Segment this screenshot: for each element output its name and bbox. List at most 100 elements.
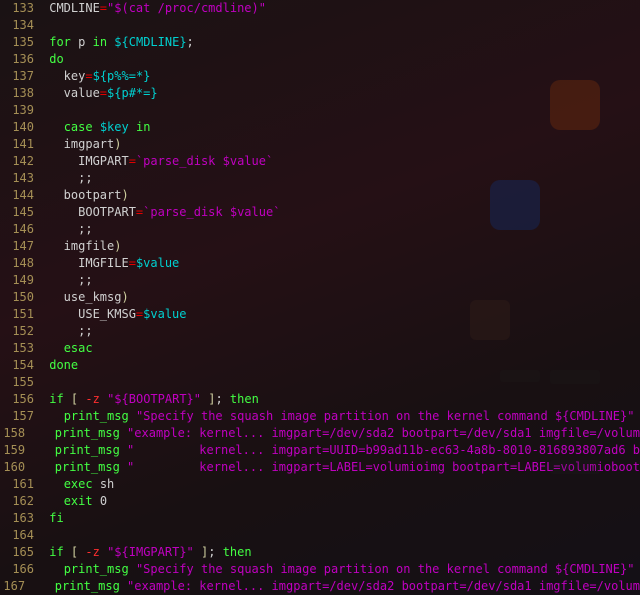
line-number: 166 xyxy=(0,561,42,578)
line-number: 144 xyxy=(0,187,42,204)
line-number: 148 xyxy=(0,255,42,272)
line-code[interactable]: value=${p#*=} xyxy=(42,85,158,102)
line-code[interactable]: print_msg "Specify the squash image part… xyxy=(42,561,634,578)
line-number: 154 xyxy=(0,357,42,374)
line-code[interactable]: key=${p%%=*} xyxy=(42,68,150,85)
line-code[interactable]: print_msg " kernel... imgpart=LABEL=volu… xyxy=(33,459,640,476)
code-line[interactable]: 139 xyxy=(0,102,640,119)
line-number: 137 xyxy=(0,68,42,85)
line-number: 143 xyxy=(0,170,42,187)
code-line[interactable]: 138 value=${p#*=} xyxy=(0,85,640,102)
line-number: 156 xyxy=(0,391,42,408)
code-line[interactable]: 164 xyxy=(0,527,640,544)
code-line[interactable]: 165 if [ -z "${IMGPART}" ]; then xyxy=(0,544,640,561)
line-number: 151 xyxy=(0,306,42,323)
line-number: 149 xyxy=(0,272,42,289)
code-line[interactable]: 160 print_msg " kernel... imgpart=LABEL=… xyxy=(0,459,640,476)
code-line[interactable]: 133 CMDLINE="$(cat /proc/cmdline)" xyxy=(0,0,640,17)
code-line[interactable]: 159 print_msg " kernel... imgpart=UUID=b… xyxy=(0,442,640,459)
line-code[interactable]: done xyxy=(42,357,78,374)
line-code[interactable]: esac xyxy=(42,340,93,357)
code-line[interactable]: 146 ;; xyxy=(0,221,640,238)
line-code[interactable]: bootpart) xyxy=(42,187,129,204)
line-number: 135 xyxy=(0,34,42,51)
line-number: 146 xyxy=(0,221,42,238)
line-code[interactable]: print_msg " kernel... imgpart=UUID=b99ad… xyxy=(33,442,640,459)
line-code[interactable]: CMDLINE="$(cat /proc/cmdline)" xyxy=(42,0,266,17)
line-number: 157 xyxy=(0,408,42,425)
line-number: 163 xyxy=(0,510,42,527)
code-line[interactable]: 155 xyxy=(0,374,640,391)
line-code[interactable]: imgfile) xyxy=(42,238,121,255)
line-code[interactable]: use_kmsg) xyxy=(42,289,129,306)
code-line[interactable]: 162 exit 0 xyxy=(0,493,640,510)
code-line[interactable]: 167 print_msg "example: kernel... imgpar… xyxy=(0,578,640,595)
code-line[interactable]: 143 ;; xyxy=(0,170,640,187)
line-number: 162 xyxy=(0,493,42,510)
code-line[interactable]: 142 IMGPART=`parse_disk $value` xyxy=(0,153,640,170)
line-code[interactable]: BOOTPART=`parse_disk $value` xyxy=(42,204,280,221)
line-number: 167 xyxy=(0,578,33,595)
line-code[interactable]: IMGFILE=$value xyxy=(42,255,179,272)
line-code[interactable]: exit 0 xyxy=(42,493,107,510)
line-code[interactable]: ;; xyxy=(42,272,93,289)
line-code[interactable]: IMGPART=`parse_disk $value` xyxy=(42,153,273,170)
code-line[interactable]: 151 USE_KMSG=$value xyxy=(0,306,640,323)
line-number: 147 xyxy=(0,238,42,255)
code-line[interactable]: 149 ;; xyxy=(0,272,640,289)
line-number: 153 xyxy=(0,340,42,357)
line-code[interactable]: exec sh xyxy=(42,476,114,493)
line-code[interactable]: print_msg "example: kernel... imgpart=/d… xyxy=(33,425,640,442)
code-line[interactable]: 166 print_msg "Specify the squash image … xyxy=(0,561,640,578)
line-code[interactable]: fi xyxy=(42,510,64,527)
line-code[interactable]: if [ -z "${BOOTPART}" ]; then xyxy=(42,391,259,408)
line-number: 133 xyxy=(0,0,42,17)
line-number: 161 xyxy=(0,476,42,493)
line-code[interactable]: USE_KMSG=$value xyxy=(42,306,187,323)
line-code[interactable]: if [ -z "${IMGPART}" ]; then xyxy=(42,544,252,561)
code-line[interactable]: 148 IMGFILE=$value xyxy=(0,255,640,272)
code-line[interactable]: 157 print_msg "Specify the squash image … xyxy=(0,408,640,425)
code-line[interactable]: 141 imgpart) xyxy=(0,136,640,153)
line-number: 165 xyxy=(0,544,42,561)
code-line[interactable]: 136 do xyxy=(0,51,640,68)
code-line[interactable]: 140 case $key in xyxy=(0,119,640,136)
line-number: 142 xyxy=(0,153,42,170)
code-line[interactable]: 135 for p in ${CMDLINE}; xyxy=(0,34,640,51)
code-line[interactable]: 150 use_kmsg) xyxy=(0,289,640,306)
code-line[interactable]: 145 BOOTPART=`parse_disk $value` xyxy=(0,204,640,221)
line-code[interactable]: print_msg "example: kernel... imgpart=/d… xyxy=(33,578,640,595)
code-editor[interactable]: 133 CMDLINE="$(cat /proc/cmdline)"134135… xyxy=(0,0,640,595)
line-number: 152 xyxy=(0,323,42,340)
code-line[interactable]: 134 xyxy=(0,17,640,34)
line-code[interactable]: ;; xyxy=(42,170,93,187)
code-line[interactable]: 153 esac xyxy=(0,340,640,357)
line-code[interactable]: print_msg "Specify the squash image part… xyxy=(42,408,634,425)
line-number: 138 xyxy=(0,85,42,102)
line-number: 136 xyxy=(0,51,42,68)
line-number: 159 xyxy=(0,442,33,459)
code-lines[interactable]: 133 CMDLINE="$(cat /proc/cmdline)"134135… xyxy=(0,0,640,595)
line-code[interactable]: do xyxy=(42,51,64,68)
line-code[interactable]: case $key in xyxy=(42,119,150,136)
code-line[interactable]: 137 key=${p%%=*} xyxy=(0,68,640,85)
line-number: 164 xyxy=(0,527,42,544)
line-code[interactable]: ;; xyxy=(42,323,93,340)
line-code[interactable]: ;; xyxy=(42,221,93,238)
code-line[interactable]: 158 print_msg "example: kernel... imgpar… xyxy=(0,425,640,442)
code-line[interactable]: 163 fi xyxy=(0,510,640,527)
line-code[interactable]: for p in ${CMDLINE}; xyxy=(42,34,194,51)
code-line[interactable]: 147 imgfile) xyxy=(0,238,640,255)
code-line[interactable]: 154 done xyxy=(0,357,640,374)
line-number: 155 xyxy=(0,374,42,391)
line-number: 134 xyxy=(0,17,42,34)
code-line[interactable]: 161 exec sh xyxy=(0,476,640,493)
code-line[interactable]: 144 bootpart) xyxy=(0,187,640,204)
line-number: 145 xyxy=(0,204,42,221)
line-code[interactable]: imgpart) xyxy=(42,136,121,153)
code-line[interactable]: 156 if [ -z "${BOOTPART}" ]; then xyxy=(0,391,640,408)
line-number: 139 xyxy=(0,102,42,119)
code-line[interactable]: 152 ;; xyxy=(0,323,640,340)
line-number: 158 xyxy=(0,425,33,442)
line-number: 140 xyxy=(0,119,42,136)
